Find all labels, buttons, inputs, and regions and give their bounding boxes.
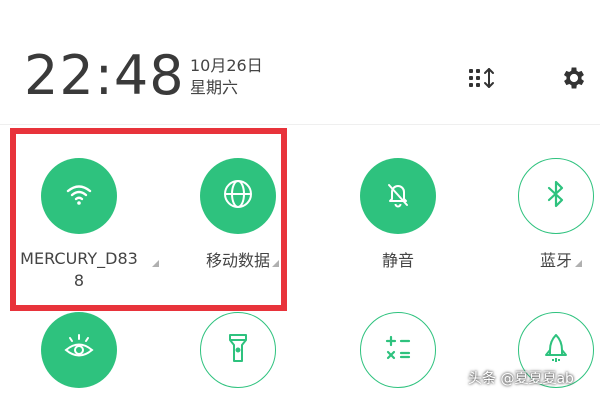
- wifi-expand-indicator[interactable]: [152, 260, 159, 267]
- eye-comfort-icon: [62, 333, 96, 367]
- wifi-label-line1: MERCURY_D83: [20, 249, 138, 268]
- mobile-data-toggle[interactable]: [200, 158, 276, 234]
- wifi-toggle[interactable]: [41, 158, 117, 234]
- calculator-toggle[interactable]: [360, 312, 436, 388]
- bluetooth-icon: [546, 179, 566, 213]
- globe-icon: [222, 178, 254, 214]
- bell-off-icon: [383, 179, 413, 213]
- eye-comfort-toggle[interactable]: [41, 312, 117, 388]
- header-divider: [0, 124, 600, 125]
- mobile-data-expand-indicator[interactable]: [272, 260, 279, 267]
- date-block: 10月26日 星期六: [190, 55, 263, 99]
- rocket-icon: [542, 332, 570, 368]
- clock-time: 22:48: [24, 44, 185, 107]
- weekday-text: 星期六: [190, 78, 239, 97]
- quick-settings-panel: 22:48 10月26日 星期六 MERCURY_D83 8 移动数据 静音 蓝…: [0, 0, 600, 400]
- mobile-data-label: 移动数据: [205, 251, 270, 270]
- bluetooth-toggle[interactable]: [518, 158, 594, 234]
- mute-label: 静音: [381, 251, 414, 270]
- flashlight-toggle[interactable]: [200, 312, 276, 388]
- gear-icon[interactable]: [556, 60, 592, 96]
- date-text: 10月26日: [190, 56, 263, 75]
- mute-toggle[interactable]: [360, 158, 436, 234]
- wifi-label: MERCURY_D83 8: [14, 248, 144, 292]
- wifi-icon: [65, 182, 93, 210]
- watermark-text: 头条 @夏夏夏ab: [468, 371, 574, 387]
- edit-tiles-icon[interactable]: [464, 60, 500, 96]
- bluetooth-expand-indicator[interactable]: [575, 260, 582, 267]
- wifi-label-line2: 8: [73, 271, 85, 290]
- flashlight-icon: [227, 332, 249, 368]
- calculator-icon: [383, 333, 413, 367]
